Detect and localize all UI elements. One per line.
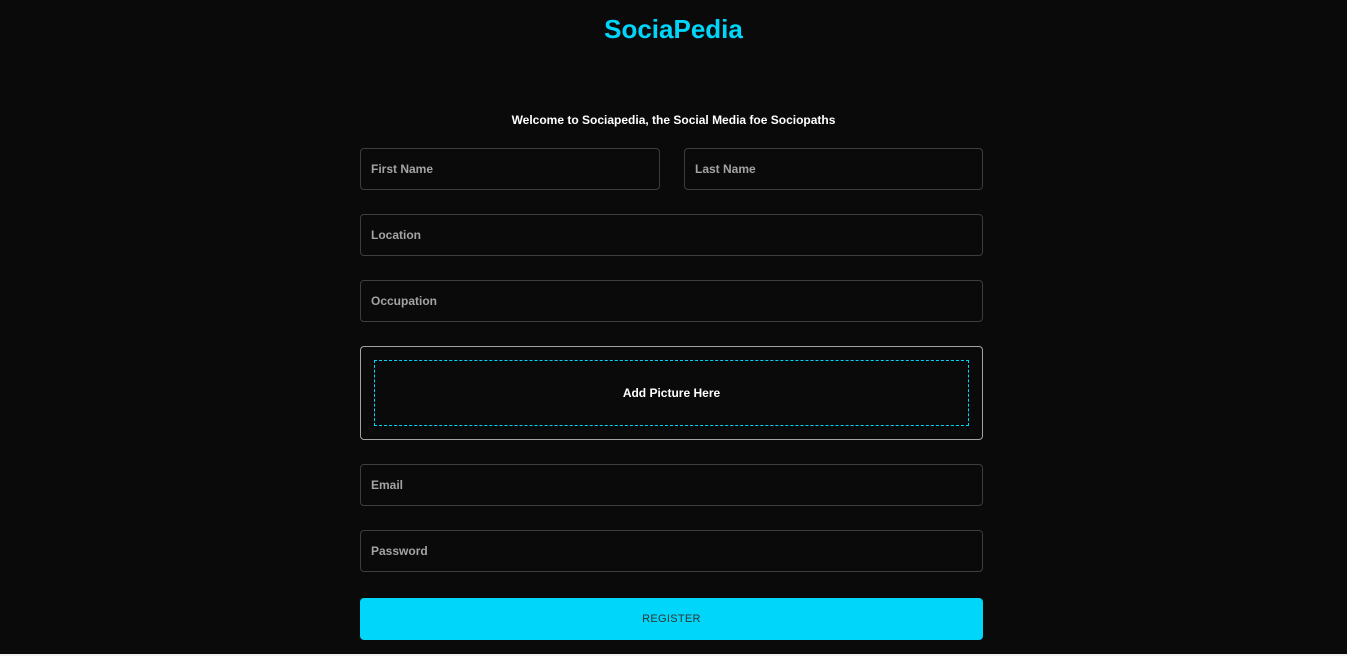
email-field-container [360,464,983,506]
last-name-field-container [684,148,983,190]
occupation-input[interactable] [361,281,982,321]
brand-title[interactable]: SociaPedia [0,12,1347,46]
register-button[interactable]: REGISTER [360,598,983,640]
email-input[interactable] [361,465,982,505]
occupation-field-container [360,280,983,322]
first-name-input[interactable] [361,149,659,189]
picture-upload-container: Add Picture Here [360,346,983,440]
password-input[interactable] [361,531,982,571]
picture-dropzone-label: Add Picture Here [622,386,721,400]
register-page: SociaPedia Welcome to Sociapedia, the So… [0,0,1347,656]
last-name-input[interactable] [685,149,982,189]
location-field-container [360,214,983,256]
picture-dropzone[interactable]: Add Picture Here [374,360,969,426]
welcome-message: Welcome to Sociapedia, the Social Media … [511,113,836,127]
location-input[interactable] [361,215,982,255]
first-name-field-container [360,148,660,190]
password-field-container [360,530,983,572]
